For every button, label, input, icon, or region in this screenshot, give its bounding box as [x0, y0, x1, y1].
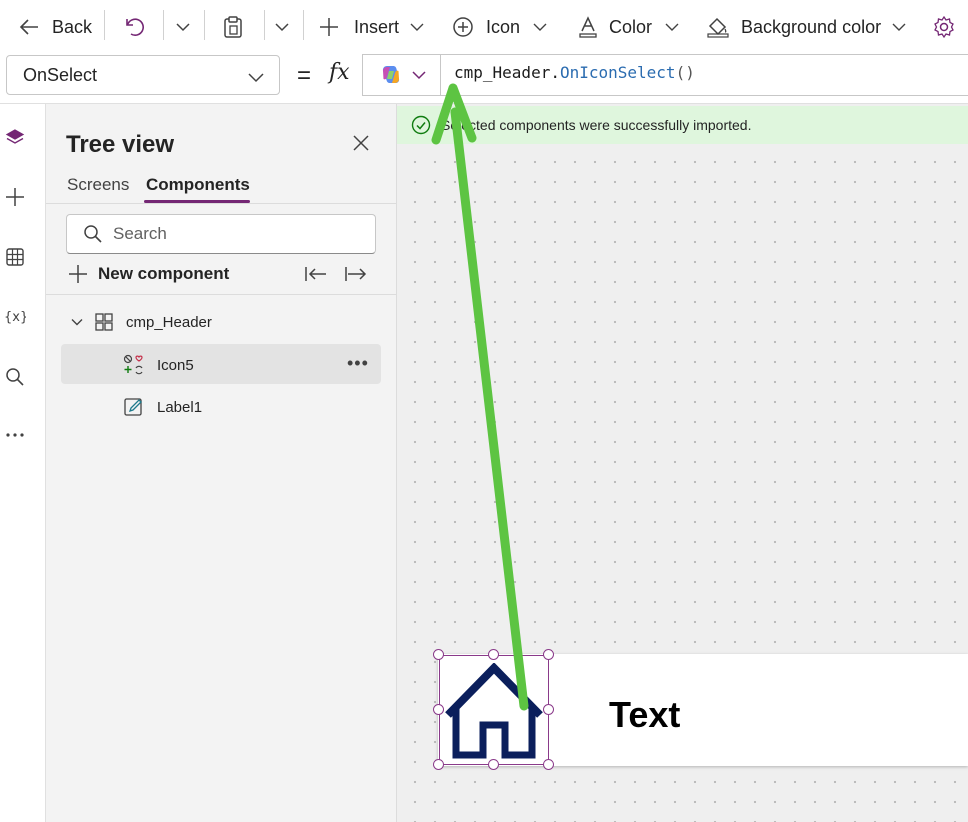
- chevron-down-icon: [410, 23, 424, 31]
- chevron-down-icon: [248, 73, 264, 83]
- resize-handle[interactable]: [433, 759, 444, 770]
- formula-input[interactable]: cmp_Header.OnIconSelect(): [440, 54, 968, 96]
- toolbar-divider: [303, 10, 304, 40]
- paste-button[interactable]: [222, 8, 244, 46]
- checkmark-circle-icon: [411, 115, 431, 135]
- new-component-label: New component: [98, 264, 230, 283]
- insert-button[interactable]: Insert: [318, 8, 425, 46]
- divider: [46, 203, 397, 204]
- formula-bar: OnSelect = fx cmp_Header.OnIconSelect(): [0, 54, 968, 104]
- formula-function: OnIconSelect: [559, 63, 676, 82]
- toolbar-divider: [264, 10, 265, 40]
- svg-text:{x}: {x}: [4, 310, 26, 325]
- paste-dropdown-button[interactable]: [273, 8, 291, 46]
- tree-node-label: cmp_Header: [126, 313, 212, 331]
- circle-plus-icon: [453, 17, 473, 37]
- tab-screens[interactable]: Screens: [67, 175, 129, 195]
- tree-node-icon5[interactable]: Icon5: [123, 354, 194, 376]
- tree-node-label: Icon5: [157, 356, 194, 374]
- plus-icon: [69, 265, 87, 283]
- close-icon[interactable]: [352, 134, 370, 152]
- undo-button[interactable]: [122, 8, 146, 46]
- chevron-down-icon: [892, 23, 906, 31]
- collapse-left-icon[interactable]: [304, 264, 328, 284]
- resize-handle[interactable]: [543, 649, 554, 660]
- layers-icon[interactable]: [4, 127, 26, 149]
- resize-handle[interactable]: [488, 759, 499, 770]
- formula-dot: .: [550, 63, 560, 82]
- tab-components[interactable]: Components: [146, 175, 250, 195]
- divider: [46, 294, 397, 295]
- tree-node-icon5-selected[interactable]: [61, 344, 381, 384]
- tree-collapse-controls: [304, 264, 368, 284]
- new-component-button[interactable]: New component: [68, 264, 229, 284]
- success-banner: Selected components were successfully im…: [397, 106, 968, 144]
- resize-handle[interactable]: [543, 759, 554, 770]
- plus-icon: [320, 18, 338, 36]
- expand-right-icon[interactable]: [344, 264, 368, 284]
- back-button[interactable]: Back: [18, 8, 92, 46]
- tree-node-label: Label1: [157, 398, 203, 416]
- icons-control-icon: [123, 354, 143, 375]
- undo-icon: [126, 18, 144, 36]
- tree-view-title: Tree view: [66, 131, 175, 158]
- formula-object: cmp_Header: [454, 63, 551, 82]
- command-bar: Back Insert Icon Color Background color: [0, 0, 968, 54]
- fx-label: fx: [329, 60, 350, 85]
- chevron-down-icon: [176, 23, 190, 32]
- plus-icon[interactable]: [4, 186, 26, 208]
- more-icon[interactable]: [4, 424, 26, 446]
- toolbar-divider: [163, 10, 164, 40]
- chevron-down-icon: [533, 23, 547, 31]
- chevron-down-icon: [275, 23, 289, 32]
- arrow-left-icon: [19, 19, 38, 35]
- search-input[interactable]: Search: [66, 214, 376, 254]
- component-icon: [95, 313, 113, 331]
- data-table-icon[interactable]: [4, 246, 26, 268]
- tree-node-cmp-header[interactable]: cmp_Header: [70, 312, 212, 332]
- search-icon[interactable]: [4, 366, 26, 388]
- chevron-down-icon: [412, 71, 426, 80]
- label-control-icon: [124, 398, 142, 416]
- equals-sign: =: [297, 62, 312, 89]
- chevron-down-icon: [71, 319, 83, 326]
- back-label: Back: [52, 16, 93, 37]
- left-rail: {x}: [0, 104, 46, 822]
- property-dropdown[interactable]: OnSelect: [6, 55, 280, 95]
- settings-button[interactable]: [932, 8, 956, 46]
- background-color-button[interactable]: Background color: [706, 8, 907, 46]
- header-text-label[interactable]: Text: [609, 694, 680, 736]
- icon-button[interactable]: Icon: [452, 8, 548, 46]
- clipboard-icon: [224, 16, 242, 38]
- gear-icon: [934, 15, 954, 39]
- insert-label: Insert: [354, 16, 400, 37]
- paint-bucket-icon: [707, 17, 729, 38]
- icon-label: Icon: [486, 16, 521, 37]
- resize-handle[interactable]: [433, 704, 444, 715]
- variables-icon[interactable]: {x}: [4, 305, 26, 327]
- background-color-label: Background color: [741, 16, 882, 37]
- resize-handle[interactable]: [488, 649, 499, 660]
- selection-box: [439, 655, 549, 765]
- banner-message: Selected components were successfully im…: [441, 117, 752, 133]
- color-button[interactable]: Color: [577, 8, 680, 46]
- color-label: Color: [609, 16, 653, 37]
- resize-handle[interactable]: [543, 704, 554, 715]
- search-icon: [84, 225, 102, 243]
- toolbar-divider: [104, 10, 105, 40]
- toolbar-divider: [204, 10, 205, 40]
- resize-handle[interactable]: [433, 649, 444, 660]
- more-options-icon[interactable]: •••: [347, 353, 369, 374]
- formula-parens: (): [675, 63, 695, 82]
- text-color-icon: [579, 16, 597, 38]
- property-value: OnSelect: [23, 64, 98, 85]
- search-placeholder: Search: [113, 224, 167, 243]
- tree-node-label1[interactable]: Label1: [123, 396, 202, 418]
- tree-view-panel: Tree view Screens Components Search New …: [46, 104, 397, 822]
- copilot-button[interactable]: [362, 54, 440, 96]
- copilot-icon: [382, 66, 400, 83]
- chevron-down-icon: [665, 23, 679, 31]
- undo-dropdown-button[interactable]: [174, 8, 192, 46]
